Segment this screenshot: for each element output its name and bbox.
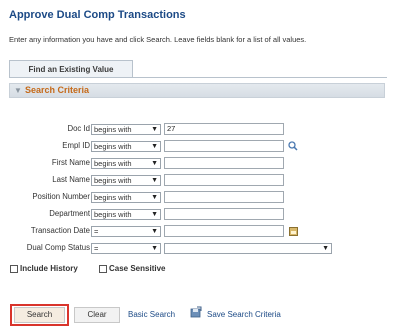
field-row-dual-comp-status: Dual Comp Status	[0, 242, 90, 254]
field-label: Doc Id	[67, 124, 90, 133]
field-label: Empl ID	[62, 141, 90, 150]
empl-id-input[interactable]	[164, 140, 284, 152]
field-row-transaction-date: Transaction Date	[0, 225, 90, 237]
doc-id-operator-select[interactable]: begins with ▼	[91, 124, 161, 135]
clear-button[interactable]: Clear	[74, 307, 120, 323]
first-name-input[interactable]	[164, 157, 284, 169]
field-row-first-name: First Name	[0, 157, 90, 169]
chevron-down-icon: ▼	[322, 245, 329, 252]
search-criteria-header[interactable]: ▼ Search Criteria	[9, 83, 385, 98]
empl-id-operator-select[interactable]: begins with ▼	[91, 141, 161, 152]
dual-comp-status-value-select[interactable]: ▼	[164, 243, 332, 254]
field-label: Dual Comp Status	[26, 243, 90, 252]
instructions-text: Enter any information you have and click…	[9, 35, 307, 44]
page-title: Approve Dual Comp Transactions	[9, 9, 186, 21]
field-label: Transaction Date	[30, 226, 90, 235]
collapse-triangle-icon: ▼	[14, 86, 22, 95]
chevron-down-icon: ▼	[151, 194, 158, 201]
position-number-operator-select[interactable]: begins with ▼	[91, 192, 161, 203]
department-input[interactable]	[164, 208, 284, 220]
tab-divider	[9, 77, 387, 78]
lookup-magnifier-icon[interactable]	[288, 141, 298, 151]
chevron-down-icon: ▼	[151, 245, 158, 252]
case-sensitive-label: Case Sensitive	[109, 264, 166, 273]
basic-search-link[interactable]: Basic Search	[128, 309, 175, 321]
field-row-position-number: Position Number	[0, 191, 90, 203]
field-row-last-name: Last Name	[0, 174, 90, 186]
include-history-label: Include History	[20, 264, 78, 273]
transaction-date-input[interactable]	[164, 225, 284, 237]
transaction-date-operator-select[interactable]: = ▼	[91, 226, 161, 237]
doc-id-input[interactable]: 27	[164, 123, 284, 135]
section-title: Search Criteria	[25, 85, 90, 95]
department-operator-select[interactable]: begins with ▼	[91, 209, 161, 220]
chevron-down-icon: ▼	[151, 160, 158, 167]
calendar-icon[interactable]	[289, 227, 298, 236]
field-row-department: Department	[0, 208, 90, 220]
first-name-operator-select[interactable]: begins with ▼	[91, 158, 161, 169]
field-row-doc-id: Doc Id	[0, 123, 90, 135]
field-label: First Name	[51, 158, 90, 167]
field-label: Last Name	[52, 175, 90, 184]
dual-comp-status-operator-select[interactable]: = ▼	[91, 243, 161, 254]
chevron-down-icon: ▼	[151, 126, 158, 133]
save-search-criteria-link[interactable]: Save Search Criteria	[207, 309, 281, 321]
chevron-down-icon: ▼	[151, 177, 158, 184]
field-label: Position Number	[32, 192, 90, 201]
last-name-input[interactable]	[164, 174, 284, 186]
search-button-highlight	[10, 304, 69, 326]
chevron-down-icon: ▼	[151, 228, 158, 235]
field-row-empl-id: Empl ID	[0, 140, 90, 152]
last-name-operator-select[interactable]: begins with ▼	[91, 175, 161, 186]
field-label: Department	[49, 209, 90, 218]
position-number-input[interactable]	[164, 191, 284, 203]
chevron-down-icon: ▼	[151, 211, 158, 218]
include-history-checkbox[interactable]	[10, 265, 18, 273]
case-sensitive-checkbox[interactable]	[99, 265, 107, 273]
save-search-icon[interactable]	[190, 306, 202, 318]
chevron-down-icon: ▼	[151, 143, 158, 150]
tab-find-existing-value[interactable]: Find an Existing Value	[9, 60, 133, 77]
